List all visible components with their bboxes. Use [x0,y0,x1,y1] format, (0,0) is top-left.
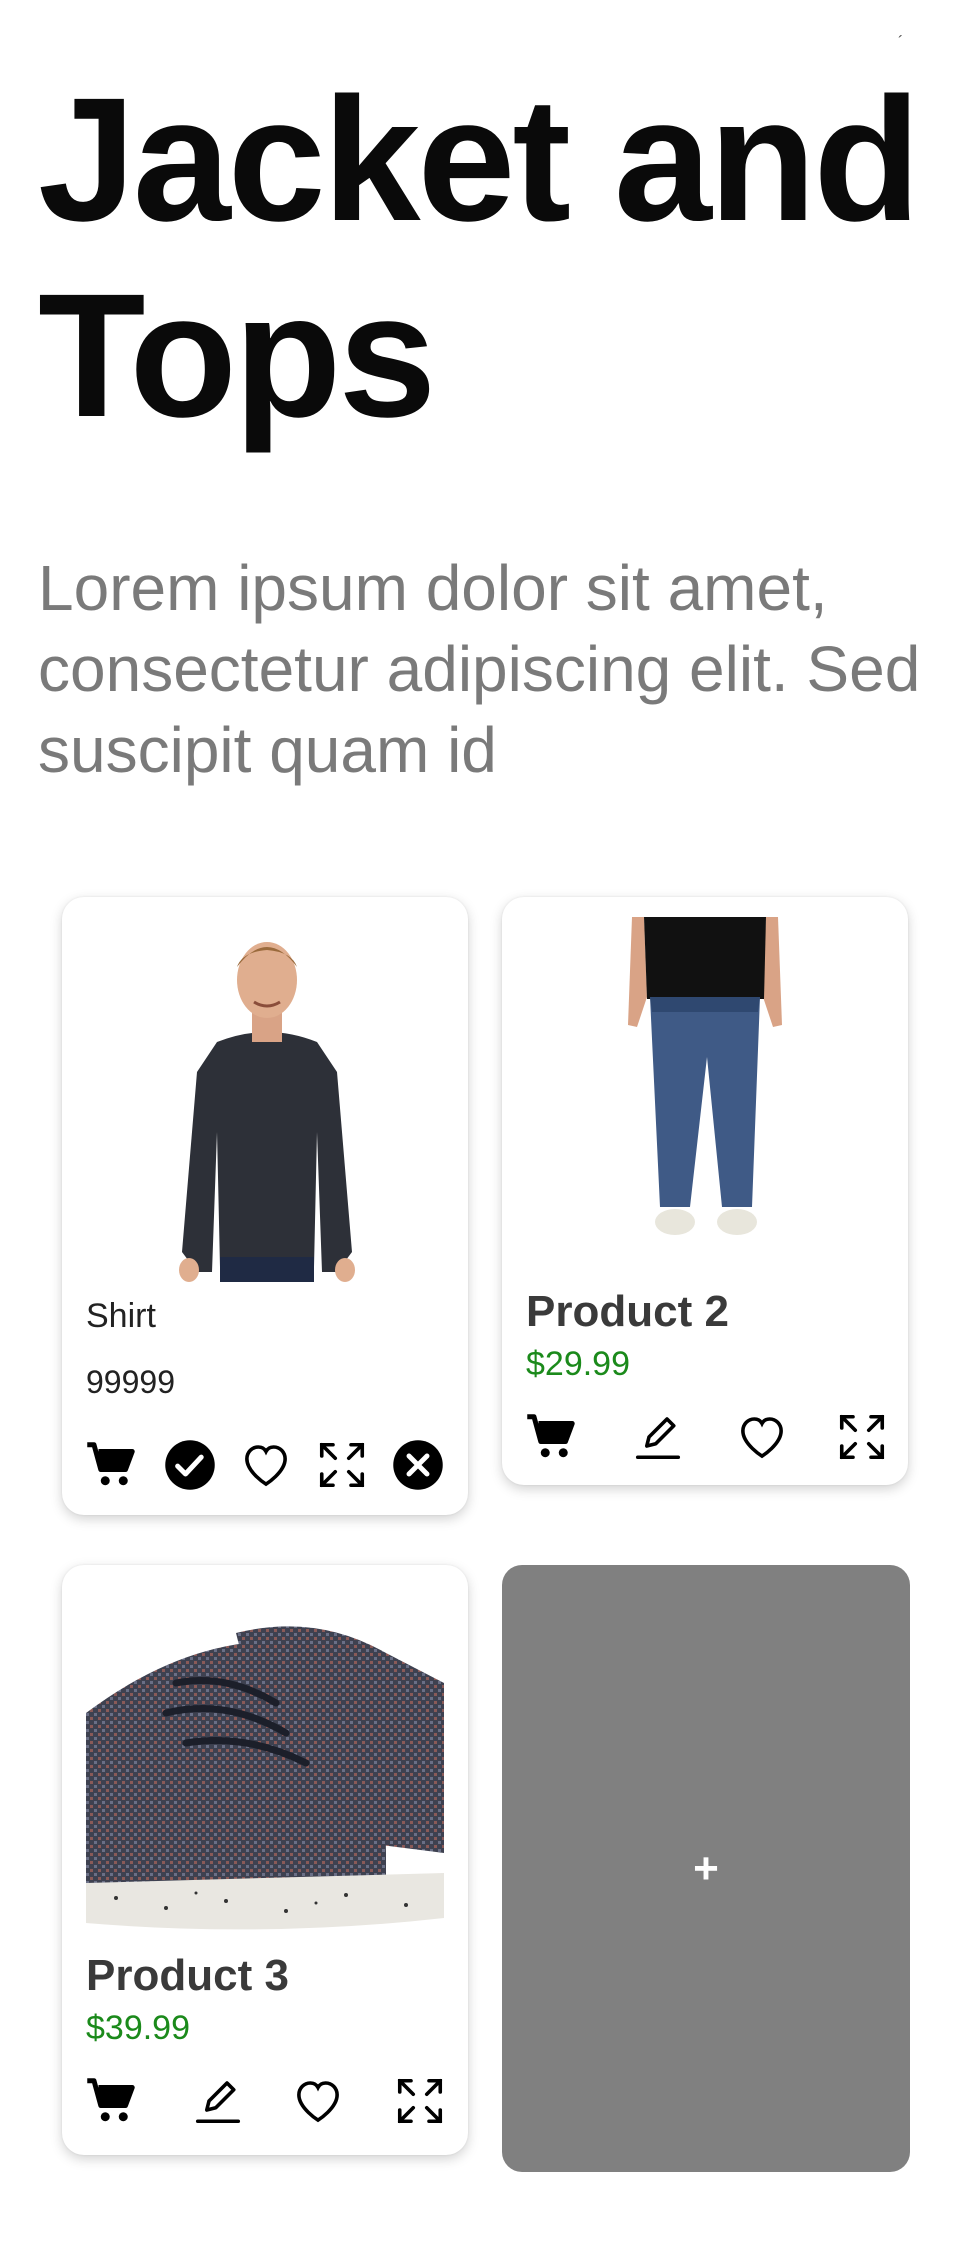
pencil-icon[interactable] [190,2073,246,2129]
product-price: 99999 [86,1364,175,1400]
page-title: Jacket and Tops [38,62,921,454]
product-price: $39.99 [86,2009,190,2047]
cart-icon[interactable] [84,1437,140,1493]
product-name: Shirt [86,1297,156,1335]
expand-icon[interactable] [314,1437,370,1493]
product-card-shirt[interactable]: Shirt 99999 [62,897,468,1515]
product-image-shirt[interactable] [122,922,412,1282]
pencil-icon[interactable] [630,1409,686,1465]
product-price: $29.99 [526,1345,630,1383]
product-name: Product 3 [86,1951,289,2000]
status-mark: ´ [898,34,904,51]
expand-icon[interactable] [392,2073,448,2129]
product-image-3[interactable] [86,1593,444,1933]
add-product-button[interactable]: + [502,1565,910,2172]
heart-icon[interactable] [238,1437,294,1493]
plus-icon: + [693,1843,719,1893]
expand-icon[interactable] [834,1409,890,1465]
cart-icon[interactable] [524,1409,580,1465]
product-card-2[interactable]: Product 2 $29.99 [502,897,908,1485]
product-card-3[interactable]: Product 3 $39.99 [62,1565,468,2155]
heart-icon[interactable] [734,1409,790,1465]
cart-icon[interactable] [84,2073,140,2129]
product-image-2[interactable] [592,917,818,1242]
heart-icon[interactable] [290,2073,346,2129]
product-name: Product 2 [526,1287,729,1336]
close-circle-icon[interactable] [390,1437,446,1493]
page-subtitle: Lorem ipsum dolor sit amet, consectetur … [38,552,921,786]
check-circle-icon[interactable] [162,1437,218,1493]
